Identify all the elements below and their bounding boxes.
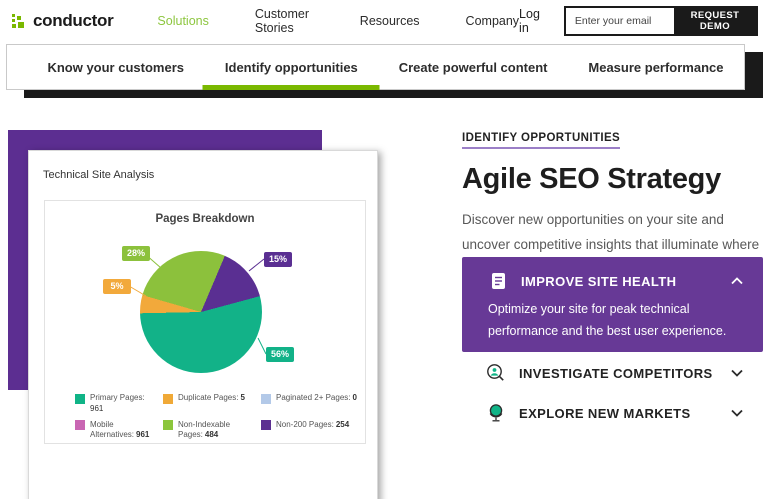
page: conductor Solutions Customer Stories Res… (0, 0, 770, 499)
competitor-search-icon (486, 363, 506, 383)
eyebrow-label: IDENTIFY OPPORTUNITIES (462, 132, 621, 149)
nav-solutions[interactable]: Solutions (157, 14, 208, 28)
legend-non-200-pages: Non-200 Pages: 254 (261, 420, 357, 442)
accordion-title: INVESTIGATE COMPETITORS (519, 365, 713, 381)
legend-mobile-alternatives: Mobile Alternatives: 961 (75, 420, 163, 442)
tab-create-powerful-content[interactable]: Create powerful content (399, 45, 548, 89)
accordion-title: IMPROVE SITE HEALTH (521, 273, 677, 289)
legend-swatch (261, 393, 271, 404)
nav-customer-stories[interactable]: Customer Stories (255, 7, 314, 35)
tab-know-your-customers[interactable]: Know your customers (47, 45, 184, 89)
content-column: IDENTIFY OPPORTUNITIES Agile SEO Strateg… (462, 128, 763, 499)
login-link[interactable]: Log in (519, 7, 550, 35)
card-title: Technical Site Analysis (43, 169, 155, 181)
email-input[interactable] (565, 8, 674, 34)
legend-swatch (75, 393, 85, 404)
tab-measure-performance[interactable]: Measure performance (588, 45, 723, 89)
chevron-up-icon[interactable] (731, 277, 743, 285)
pie-label-56: 56% (266, 347, 294, 362)
legend-swatch (163, 420, 173, 431)
technical-site-analysis-card: Technical Site Analysis Pages Breakdown … (28, 150, 378, 499)
nav-resources[interactable]: Resources (360, 14, 420, 28)
chevron-down-icon[interactable] (731, 409, 743, 417)
chevron-down-icon[interactable] (731, 369, 743, 377)
legend-swatch (261, 420, 271, 431)
legend-swatch (75, 420, 85, 431)
logo-text: conductor (33, 11, 114, 30)
pie-label-5: 5% (103, 279, 131, 294)
accordion-explore-new-markets[interactable]: EXPLORE NEW MARKETS (462, 396, 763, 430)
conductor-logo-icon (12, 14, 24, 28)
main-nav: Solutions Customer Stories Resources Com… (157, 7, 519, 35)
legend-non-indexable-pages: Non-Indexable Pages: 484 (163, 420, 261, 442)
pie-label-28: 28% (122, 246, 150, 261)
tabbar: Know your customers Identify opportuniti… (6, 44, 745, 90)
accordion-body: Optimize your site for peak technical pe… (488, 302, 727, 338)
document-icon (488, 271, 508, 291)
accordion-improve-site-health[interactable]: IMPROVE SITE HEALTH Optimize your site f… (462, 257, 763, 352)
conductor-logo[interactable]: conductor (12, 11, 114, 31)
feature-tabbar: Know your customers Identify opportuniti… (0, 44, 770, 98)
globe-icon (486, 403, 506, 423)
accordion-investigate-competitors[interactable]: INVESTIGATE COMPETITORS (462, 356, 763, 390)
request-demo-button[interactable]: REQUEST DEMO (673, 8, 756, 34)
chart-legend: Primary Pages: 961 Duplicate Pages: 5 Pagi… (75, 393, 361, 441)
legend-paginated-pages: Paginated 2+ Pages: 0 (261, 393, 357, 415)
nav-company[interactable]: Company (466, 14, 520, 28)
accordion-title: EXPLORE NEW MARKETS (519, 405, 691, 421)
tab-identify-opportunities[interactable]: Identify opportunities (225, 45, 358, 89)
email-signup-group: REQUEST DEMO (563, 6, 758, 36)
pie-chart (140, 251, 262, 373)
pages-breakdown-chart: Pages Breakdown 28% 15% 5% 56% Primary P… (44, 200, 366, 444)
legend-swatch (163, 393, 173, 404)
top-header: conductor Solutions Customer Stories Res… (0, 0, 770, 42)
chart-title: Pages Breakdown (155, 213, 255, 225)
legend-primary-pages: Primary Pages: 961 (75, 393, 163, 415)
page-title: Agile SEO Strategy (462, 163, 721, 195)
accordion-header[interactable]: IMPROVE SITE HEALTH (488, 271, 743, 291)
legend-duplicate-pages: Duplicate Pages: 5 (163, 393, 261, 415)
pie-label-15: 15% (264, 252, 292, 267)
